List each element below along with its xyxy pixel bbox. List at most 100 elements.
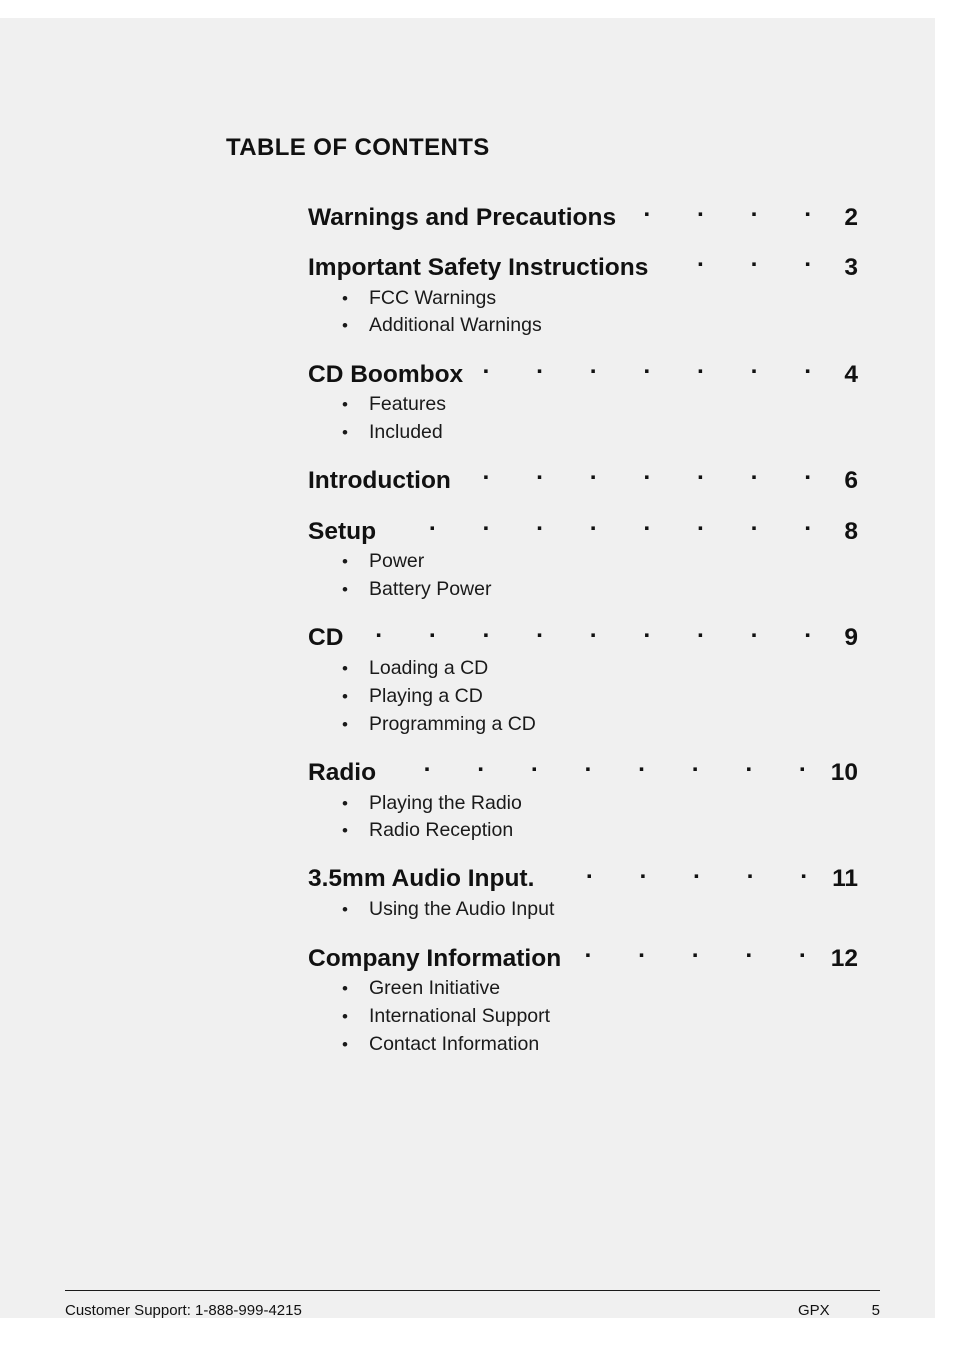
list-item[interactable]: • Contact Information: [308, 1031, 858, 1059]
toc-subitem-list: • Using the Audio Input: [308, 896, 858, 924]
toc-entry[interactable]: Important Safety Instructions 3: [308, 250, 858, 283]
toc-entry-title: 3.5mm Audio Input.: [308, 865, 535, 893]
toc-section: Company Information 12 • Green Initiative • I…: [308, 941, 858, 1058]
dot-leader: [385, 514, 831, 539]
list-item[interactable]: • Playing a CD: [308, 683, 858, 711]
toc-subitem-label: Included: [369, 421, 443, 444]
toc-entry[interactable]: 3.5mm Audio Input. 11: [308, 862, 858, 895]
footer-divider: [65, 1290, 880, 1291]
list-item[interactable]: • Additional Warnings: [308, 312, 858, 340]
toc-entry-title: Company Information: [308, 944, 562, 972]
dot-leader: [460, 464, 831, 489]
footer-page-number: 5: [871, 1302, 880, 1318]
toc-section: Setup 8 • Power • Battery Power: [308, 514, 858, 604]
bullet-icon: •: [342, 395, 348, 415]
list-item[interactable]: • FCC Warnings: [308, 285, 858, 313]
bullet-icon: •: [342, 1034, 348, 1054]
list-item[interactable]: • Programming a CD: [308, 711, 858, 739]
toc-entry-title: CD Boombox: [308, 360, 464, 388]
toc-subitem-label: Playing the Radio: [369, 791, 522, 814]
toc-entry-page-number: 10: [830, 758, 858, 786]
toc-entry[interactable]: Warnings and Precautions 2: [308, 200, 858, 233]
toc-entry-page-number: 3: [844, 253, 858, 281]
bullet-icon: •: [342, 900, 348, 920]
toc-entry[interactable]: CD Boombox 4: [308, 357, 858, 390]
toc-entry[interactable]: Radio 10: [308, 755, 858, 788]
list-item[interactable]: • Radio Reception: [308, 817, 858, 845]
toc-entry-page-number: 2: [844, 203, 858, 231]
dot-leader: [570, 941, 826, 966]
dot-leader: [385, 755, 826, 780]
bullet-icon: •: [342, 686, 348, 706]
toc-subitem-label: Radio Reception: [369, 819, 514, 842]
toc-subitem-label: Power: [369, 550, 425, 573]
toc-subitem-list: • Loading a CD • Playing a CD • Programming a…: [308, 655, 858, 738]
toc-entry-page-number: 12: [830, 944, 858, 972]
bullet-icon: •: [342, 793, 348, 813]
toc-entry-page-number: 9: [844, 624, 858, 652]
list-item[interactable]: • Included: [308, 419, 858, 447]
toc-subitem-list: • Playing the Radio • Radio Reception: [308, 790, 858, 845]
bullet-icon: •: [342, 423, 348, 443]
list-item[interactable]: • Playing the Radio: [308, 790, 858, 818]
toc-entry[interactable]: Company Information 12: [308, 941, 858, 974]
toc-subitem-label: Programming a CD: [369, 712, 536, 735]
toc-entry[interactable]: Setup 8: [308, 514, 858, 547]
bullet-icon: •: [342, 316, 348, 336]
toc-subitem-label: Additional Warnings: [369, 314, 542, 337]
toc-section: CD 9 • Loading a CD • Playing a CD • Programmin…: [308, 621, 858, 738]
toc-entry[interactable]: Introduction 6: [308, 464, 858, 497]
toc-subitem-label: Battery Power: [369, 578, 492, 601]
list-item[interactable]: • Green Initiative: [308, 975, 858, 1003]
toc-subitem-label: Using the Audio Input: [369, 898, 555, 921]
toc-section: Warnings and Precautions 2: [308, 200, 858, 233]
bullet-icon: •: [342, 552, 348, 572]
toc-subitem-list: • Power • Battery Power: [308, 548, 858, 603]
bullet-icon: •: [342, 288, 348, 308]
bullet-icon: •: [342, 714, 348, 734]
toc-entry-page-number: 8: [844, 517, 858, 545]
table-of-contents: Warnings and Precautions 2 Important Safet…: [308, 200, 858, 1058]
dot-leader: [352, 621, 831, 646]
toc-subitem-label: Features: [369, 393, 446, 416]
dot-leader: [625, 200, 831, 225]
page-footer: Customer Support: 1-888-999-4215 GPX 5: [65, 1290, 880, 1318]
toc-subitem-label: FCC Warnings: [369, 286, 497, 309]
footer-row: Customer Support: 1-888-999-4215 GPX 5: [65, 1302, 880, 1318]
customer-support-text: Customer Support: 1-888-999-4215: [65, 1302, 302, 1318]
list-item[interactable]: • Features: [308, 391, 858, 419]
toc-entry-page-number: 4: [844, 360, 858, 388]
toc-section: 3.5mm Audio Input. 11 • Using the Audio Inp…: [308, 862, 858, 924]
toc-subitem-label: Loading a CD: [369, 657, 489, 680]
toc-subitem-list: • Green Initiative • International Support •…: [308, 975, 858, 1058]
toc-subitem-list: • FCC Warnings • Additional Warnings: [308, 285, 858, 340]
list-item[interactable]: • Power: [308, 548, 858, 576]
toc-entry[interactable]: CD 9: [308, 621, 858, 654]
bullet-icon: •: [342, 821, 348, 841]
bullet-icon: •: [342, 659, 348, 679]
bullet-icon: •: [342, 580, 348, 600]
bullet-icon: •: [342, 1007, 348, 1027]
toc-entry-title: Radio: [308, 758, 377, 786]
toc-entry-title: Important Safety Instructions: [308, 253, 649, 281]
toc-subitem-label: Green Initiative: [369, 977, 501, 1000]
brand-label: GPX: [797, 1302, 830, 1318]
list-item[interactable]: • Battery Power: [308, 576, 858, 604]
toc-entry-title: CD: [308, 624, 344, 652]
toc-entry-title: Setup: [308, 517, 377, 545]
toc-entry-page-number: 11: [832, 865, 858, 893]
bullet-icon: •: [342, 979, 348, 999]
toc-subitem-label: Contact Information: [369, 1032, 540, 1055]
list-item[interactable]: • International Support: [308, 1003, 858, 1031]
dot-leader: [472, 357, 831, 382]
toc-subitem-label: International Support: [369, 1005, 551, 1028]
toc-entry-title: Introduction: [308, 467, 451, 495]
list-item[interactable]: • Loading a CD: [308, 655, 858, 683]
toc-section: Radio 10 • Playing the Radio • Radio Receptio…: [308, 755, 858, 845]
list-item[interactable]: • Using the Audio Input: [308, 896, 858, 924]
toc-section: Important Safety Instructions 3 • FCC Warni…: [308, 250, 858, 340]
document-page: TABLE OF CONTENTS Warnings and Precautio…: [0, 18, 935, 1318]
toc-section: CD Boombox 4 • Features • Included: [308, 357, 858, 447]
toc-section: Introduction 6: [308, 464, 858, 497]
toc-entry-title: Warnings and Precautions: [308, 203, 617, 231]
